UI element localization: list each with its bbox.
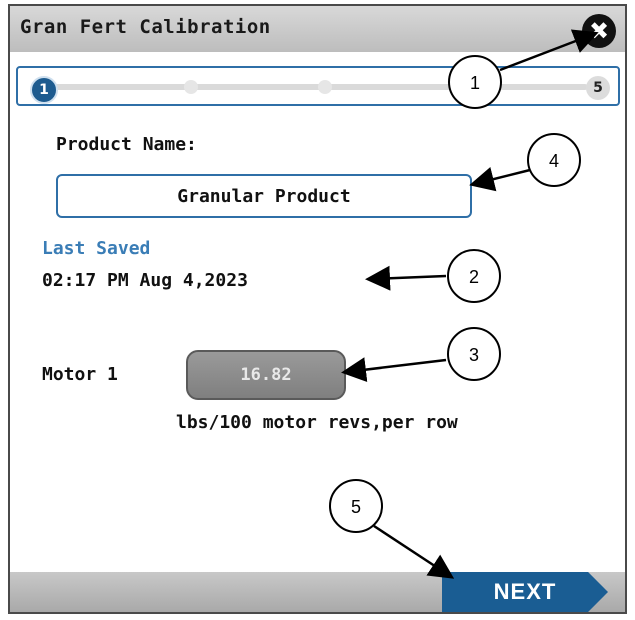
step-dot-3 — [318, 80, 332, 94]
product-name-label: Product Name: — [56, 134, 197, 155]
last-saved-timestamp: 02:17 PM Aug 4,2023 — [42, 270, 248, 291]
window-title: Gran Fert Calibration — [20, 16, 271, 38]
last-step-indicator: 5 — [586, 76, 610, 100]
motor-units-label: lbs/100 motor revs,per row — [176, 412, 458, 433]
close-icon[interactable]: ✖ — [582, 14, 616, 48]
step-progress-bar: 1 5 — [16, 66, 620, 106]
motor-rate-field[interactable]: 16.82 — [186, 350, 346, 400]
title-bar: Gran Fert Calibration ✖ — [10, 6, 625, 52]
next-button[interactable]: NEXT — [442, 572, 608, 612]
calibration-window: Gran Fert Calibration ✖ 1 5 Product Name… — [8, 4, 627, 614]
step-dot-2 — [184, 80, 198, 94]
step-dot-4 — [454, 80, 468, 94]
last-saved-label: Last Saved — [42, 238, 151, 259]
product-name-field[interactable]: Granular Product — [56, 174, 472, 218]
motor-label: Motor 1 — [42, 364, 118, 385]
current-step-indicator: 1 — [30, 76, 58, 104]
